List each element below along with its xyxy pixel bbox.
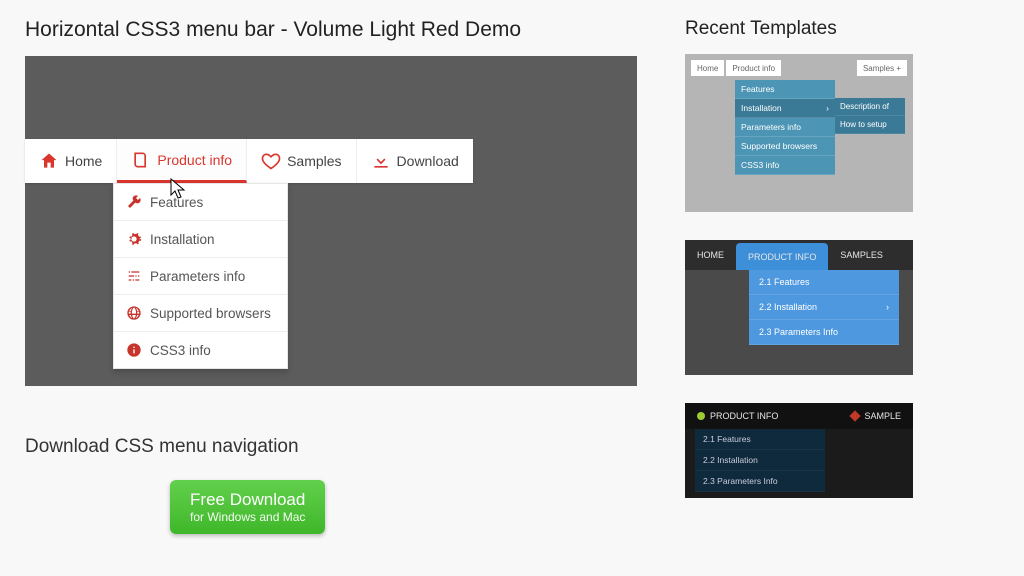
dropdown-menu: Features Installation Parameters info Su… — [113, 183, 288, 369]
download-button-title: Free Download — [190, 490, 305, 510]
dropdown-item-label: Parameters info — [150, 269, 245, 284]
dropdown-item-label: CSS3 info — [150, 343, 211, 358]
menu-item-home[interactable]: Home — [25, 139, 117, 183]
dropdown-item-label: Features — [150, 195, 203, 210]
home-icon — [39, 151, 59, 171]
dropdown-item-label: Installation — [150, 232, 215, 247]
dropdown-item-browsers[interactable]: Supported browsers — [114, 295, 287, 332]
book-icon — [131, 150, 151, 170]
wrench-icon — [126, 194, 142, 210]
menu-item-samples[interactable]: Samples — [247, 139, 356, 183]
dropdown-item-parameters[interactable]: Parameters info — [114, 258, 287, 295]
menu-item-label: Samples — [287, 153, 341, 169]
menu-item-download[interactable]: Download — [357, 139, 473, 183]
dropdown-item-label: Supported browsers — [150, 306, 271, 321]
globe-icon — [126, 305, 142, 321]
menubar: Home Product info Samples Download — [25, 139, 473, 183]
menu-item-label: Home — [65, 153, 102, 169]
download-section-title: Download CSS menu navigation — [25, 436, 645, 458]
menu-item-label: Product info — [157, 152, 232, 168]
dropdown-item-features[interactable]: Features — [114, 184, 287, 221]
page-title: Horizontal CSS3 menu bar - Volume Light … — [25, 18, 645, 42]
sidebar-title: Recent Templates — [685, 18, 925, 40]
download-button-subtitle: for Windows and Mac — [190, 510, 305, 524]
template-thumbnail-1[interactable]: Home Product info Samples + Features Ins… — [685, 54, 913, 212]
heart-icon — [261, 151, 281, 171]
dropdown-item-installation[interactable]: Installation — [114, 221, 287, 258]
free-download-button[interactable]: Free Download for Windows and Mac — [170, 480, 325, 534]
info-icon — [126, 342, 142, 358]
sliders-icon — [126, 268, 142, 284]
gear-icon — [126, 231, 142, 247]
template-thumbnail-3[interactable]: PRODUCT INFO SAMPLE 2.1 Features 2.2 Ins… — [685, 403, 913, 498]
menu-demo-area: Home Product info Samples Download — [25, 56, 637, 386]
menu-item-product-info[interactable]: Product info — [117, 139, 247, 183]
dropdown-item-css3[interactable]: CSS3 info — [114, 332, 287, 368]
template-thumbnail-2[interactable]: HOME PRODUCT INFO SAMPLES 2.1 Features 2… — [685, 240, 913, 375]
download-icon — [371, 151, 391, 171]
menu-item-label: Download — [397, 153, 459, 169]
